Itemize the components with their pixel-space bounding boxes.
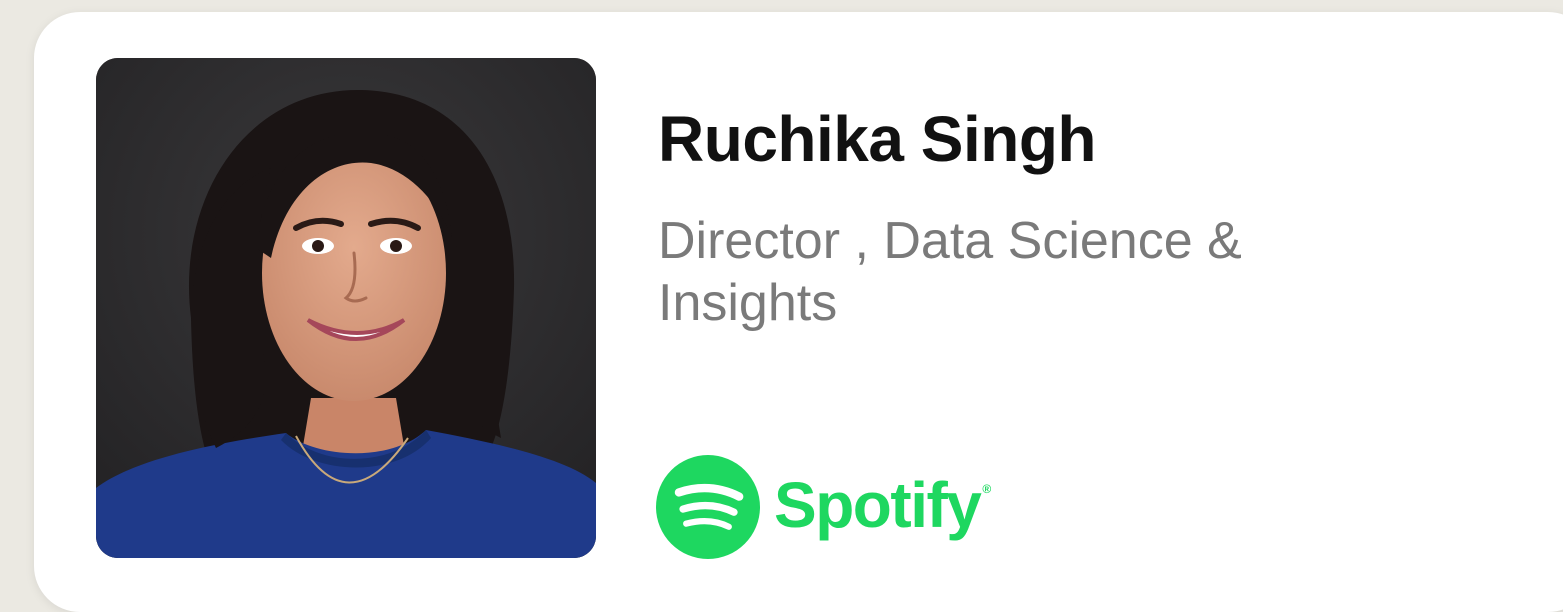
registered-mark: ® bbox=[982, 482, 992, 496]
portrait-image bbox=[96, 58, 596, 558]
profile-title: Director , Data Science & Insights bbox=[658, 212, 1242, 332]
company-name: Spotify ® bbox=[774, 468, 991, 542]
company-logo: Spotify ® bbox=[656, 455, 991, 559]
spotify-logo-icon bbox=[656, 455, 760, 559]
profile-photo bbox=[96, 58, 596, 558]
company-name-text: Spotify bbox=[774, 469, 982, 541]
profile-name: Ruchika Singh bbox=[658, 103, 1097, 175]
